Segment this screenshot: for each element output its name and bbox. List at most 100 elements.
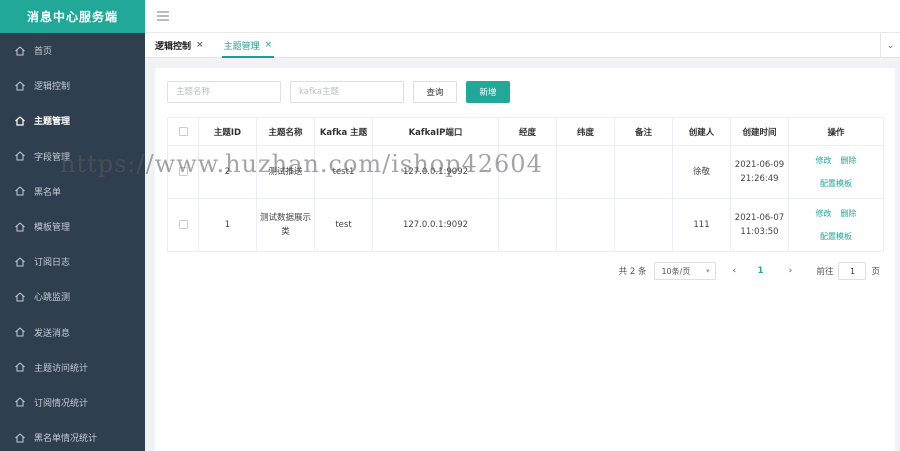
home-icon [14,115,26,127]
query-button[interactable]: 查询 [413,81,457,103]
total-count: 共 2 条 [618,267,647,277]
cell-kafka-ip: 127.0.0.1:9092 [372,145,499,199]
search-toolbar: 查询 新增 [167,81,510,103]
sidebar-item-label: 订阅情况统计 [34,398,89,409]
app-logo: 消息中心服务端 [0,0,145,33]
cell-name: 测试推送 [256,145,315,199]
cell-creator: 徐敬 [672,145,731,199]
tab-label: 逻辑控制 [155,41,192,52]
cell-lng [498,198,557,252]
column-header: 创建人 [672,117,731,146]
sidebar-item-label: 发送消息 [34,328,71,339]
edit-link[interactable]: 修改 [816,207,832,221]
table-header-row: 主题ID 主题名称 Kafka 主题 KafkaIP端口 经度 纬度 备注 创建… [167,117,884,146]
tabs-bar: 逻辑控制 × 主题管理 × ⌄ [145,33,900,58]
tabs-dropdown-chevron-down-icon[interactable]: ⌄ [880,33,900,58]
delete-link[interactable]: 删除 [841,207,857,221]
cell-ops: 修改 删除 配置模板 [788,198,884,252]
kafka-topic-input[interactable] [290,81,404,103]
chevron-down-icon: ▾ [705,267,710,275]
column-header: 备注 [614,117,673,146]
edit-link[interactable]: 修改 [816,154,832,168]
row-select-cell [167,198,199,252]
cell-creator: 111 [672,198,731,252]
sidebar-item-logic-control[interactable]: 逻辑控制 [0,68,145,103]
select-all-checkbox[interactable] [178,126,188,136]
column-header: KafkaIP端口 [372,117,499,146]
sidebar: 消息中心服务端 首页 逻辑控制 主题管理 字段管理 黑名单 模板管理 订阅日志 … [0,0,145,451]
sidebar-menu: 首页 逻辑控制 主题管理 字段管理 黑名单 模板管理 订阅日志 心跳监测 发送消… [0,33,145,451]
home-icon [14,150,26,162]
page-size-value: 10条/页 [661,266,691,276]
config-template-link[interactable]: 配置模板 [820,230,852,244]
table-row: 2 测试推送 test1 127.0.0.1:9092 徐敬 2021-06-0… [167,145,884,199]
row-checkbox[interactable] [178,166,188,176]
cell-kafka-topic: test1 [314,145,373,199]
cell-lat [556,198,615,252]
cell-created: 2021-06-07 11:03:50 [730,198,789,252]
select-all-cell [167,117,199,146]
cell-remark [614,145,673,199]
column-header: 纬度 [556,117,615,146]
sidebar-item-subscription-stats[interactable]: 订阅情况统计 [0,385,145,420]
topic-name-input[interactable] [167,81,281,103]
home-icon [14,361,26,373]
column-header: Kafka 主题 [314,117,373,146]
cell-kafka-topic: test [314,198,373,252]
sidebar-item-label: 模板管理 [34,223,71,234]
row-select-cell [167,145,199,199]
cell-created: 2021-06-09 21:26:49 [730,145,789,199]
tab-logic-control[interactable]: 逻辑控制 × [145,33,214,57]
sidebar-item-home[interactable]: 首页 [0,33,145,68]
sidebar-item-heartbeat-monitor[interactable]: 心跳监测 [0,279,145,314]
sidebar-item-blacklist-stats[interactable]: 黑名单情况统计 [0,420,145,451]
next-page-button[interactable]: › [778,266,802,276]
sidebar-item-blacklist[interactable]: 黑名单 [0,174,145,209]
close-icon[interactable]: × [265,40,273,50]
sidebar-item-label: 主题访问统计 [34,363,89,374]
row-checkbox[interactable] [178,219,188,229]
column-header: 主题ID [198,117,257,146]
hamburger-icon[interactable] [157,11,169,21]
page-size-select[interactable]: 10条/页 ▾ [654,262,717,280]
pagination: 共 2 条 10条/页 ▾ ‹ 1 › 前往 页 [619,262,880,280]
home-icon [14,45,26,57]
cell-id: 1 [198,198,257,252]
sidebar-item-topic-management[interactable]: 主题管理 [0,103,145,138]
sidebar-item-subscription-log[interactable]: 订阅日志 [0,244,145,279]
table-row: 1 测试数据展示类 test 127.0.0.1:9092 111 2021-0… [167,198,884,252]
add-button[interactable]: 新增 [466,81,510,103]
sidebar-item-field-management[interactable]: 字段管理 [0,139,145,174]
tab-label: 主题管理 [223,41,260,52]
top-header [145,0,900,33]
home-icon [14,326,26,338]
config-template-link[interactable]: 配置模板 [820,177,852,191]
sidebar-item-topic-access-stats[interactable]: 主题访问统计 [0,350,145,385]
column-header: 经度 [498,117,557,146]
sidebar-item-label: 心跳监测 [34,293,71,304]
sidebar-item-label: 首页 [34,47,53,58]
delete-link[interactable]: 删除 [841,154,857,168]
home-icon [14,256,26,268]
main-panel: 查询 新增 主题ID 主题名称 Kafka 主题 KafkaIP端口 经度 纬度… [155,68,895,451]
sidebar-item-label: 主题管理 [34,117,71,128]
cell-lng [498,145,557,199]
column-header: 操作 [788,117,884,146]
home-icon [14,432,26,444]
tab-topic-management[interactable]: 主题管理 × [214,33,283,58]
sidebar-item-label: 订阅日志 [34,258,71,269]
sidebar-item-label: 黑名单情况统计 [34,434,98,445]
close-icon[interactable]: × [196,40,204,50]
cell-lat [556,145,615,199]
sidebar-item-template-management[interactable]: 模板管理 [0,209,145,244]
cell-remark [614,198,673,252]
prev-page-button[interactable]: ‹ [722,266,746,276]
sidebar-item-label: 字段管理 [34,152,71,163]
goto-page-input[interactable] [838,262,867,280]
goto-label: 前往 [816,267,834,277]
home-icon [14,291,26,303]
sidebar-item-send-message[interactable]: 发送消息 [0,315,145,350]
topic-table: 主题ID 主题名称 Kafka 主题 KafkaIP端口 经度 纬度 备注 创建… [167,117,884,252]
cell-ops: 修改 删除 配置模板 [788,145,884,199]
page-number-current[interactable]: 1 [748,266,772,276]
